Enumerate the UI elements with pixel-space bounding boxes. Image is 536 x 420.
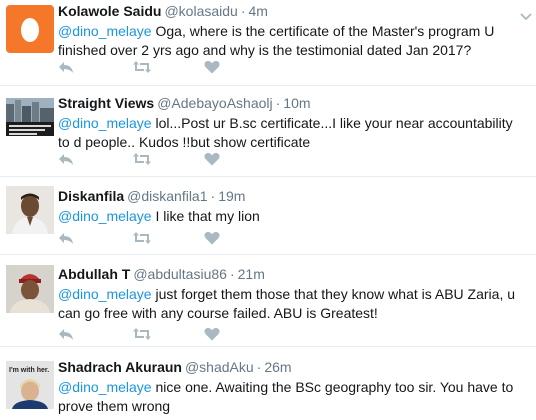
reply-icon[interactable] (58, 327, 78, 343)
tweet-text: @dino_melaye nice one. Awaiting the BSc … (58, 378, 522, 416)
separator-dot: · (275, 95, 281, 111)
man-cap-avatar[interactable] (6, 265, 54, 313)
tweet-text: @dino_melaye just forget them those that… (58, 285, 522, 323)
user-fullname[interactable]: Abdullah T (58, 266, 130, 282)
tweet-timestamp[interactable]: 10m (283, 95, 310, 111)
user-fullname[interactable]: Kolawole Saidu (58, 3, 161, 19)
city-photo-avatar[interactable] (6, 98, 54, 136)
tweet-body: I like that my lion (151, 208, 260, 224)
tweet-text: @dino_melaye lol...Post ur B.sc certific… (58, 114, 522, 152)
user-fullname[interactable]: Straight Views (58, 95, 154, 111)
tweet-timestamp[interactable]: 4m (249, 3, 268, 19)
tweet-text: @dino_melaye Oga, where is the certifica… (58, 22, 522, 60)
im-with-her-avatar[interactable]: I'm with her. (6, 361, 54, 409)
user-handle[interactable]: @diskanfila1 (127, 188, 207, 204)
mention-link[interactable]: @dino_melaye (58, 115, 152, 131)
mention-link[interactable]: @dino_melaye (58, 23, 152, 39)
like-icon[interactable] (204, 60, 224, 76)
retweet-icon[interactable] (133, 60, 153, 76)
tweet-header: Abdullah T @abdultasiu86 · 21m (58, 265, 522, 283)
tweet-item[interactable]: Straight Views @AdebayoAshaolj · 10m @dino_… (0, 86, 536, 177)
separator-dot: · (229, 266, 235, 282)
tweet-header: Straight Views @AdebayoAshaolj · 10m (58, 94, 522, 112)
tweet-header: Diskanfila @diskanfila1 · 19m (58, 187, 522, 205)
separator-dot: · (210, 188, 216, 204)
orange-egg-avatar[interactable] (6, 5, 54, 53)
reply-icon[interactable] (58, 60, 78, 76)
tweet-item[interactable]: Abdullah T @abdultasiu86 · 21m @dino_melaye… (0, 255, 536, 347)
tweet-header: Shadrach Akuraun @shadAku · 26m (58, 358, 522, 376)
tweet-item[interactable]: Kolawole Saidu @kolasaidu · 4m @dino_melaye… (0, 0, 536, 86)
user-fullname[interactable]: Diskanfila (58, 188, 124, 204)
tweet-item[interactable]: I'm with her. Shadrach Akuraun @shadAku · 2… (0, 347, 536, 420)
mention-link[interactable]: @dino_melaye (58, 286, 152, 302)
user-handle[interactable]: @abdultasiu86 (133, 266, 227, 282)
im-with-her-text: I'm with her. (9, 367, 49, 374)
separator-dot: · (240, 3, 246, 19)
like-icon[interactable] (204, 152, 224, 168)
like-icon[interactable] (204, 231, 224, 247)
tweet-header: Kolawole Saidu @kolasaidu · 4m (58, 2, 522, 20)
tweet-timestamp[interactable]: 26m (264, 359, 291, 375)
user-handle[interactable]: @shadAku (185, 359, 254, 375)
retweet-icon[interactable] (133, 231, 153, 247)
chevron-down-icon[interactable] (520, 8, 532, 21)
like-icon[interactable] (204, 327, 224, 343)
user-handle[interactable]: @AdebayoAshaolj (157, 95, 272, 111)
retweet-icon[interactable] (133, 152, 153, 168)
user-fullname[interactable]: Shadrach Akuraun (58, 359, 182, 375)
separator-dot: · (256, 359, 262, 375)
reply-icon[interactable] (58, 152, 78, 168)
mention-link[interactable]: @dino_melaye (58, 379, 152, 395)
user-handle[interactable]: @kolasaidu (164, 3, 237, 19)
retweet-icon[interactable] (133, 327, 153, 343)
tweet-text: @dino_melaye I like that my lion (58, 207, 522, 226)
tweet-item[interactable]: Diskanfila @diskanfila1 · 19m @dino_melaye … (0, 177, 536, 255)
reply-icon[interactable] (58, 231, 78, 247)
mention-link[interactable]: @dino_melaye (58, 208, 152, 224)
tweet-timestamp[interactable]: 21m (238, 266, 265, 282)
tweet-timestamp[interactable]: 19m (218, 188, 245, 204)
man-photo-avatar[interactable] (6, 186, 54, 234)
